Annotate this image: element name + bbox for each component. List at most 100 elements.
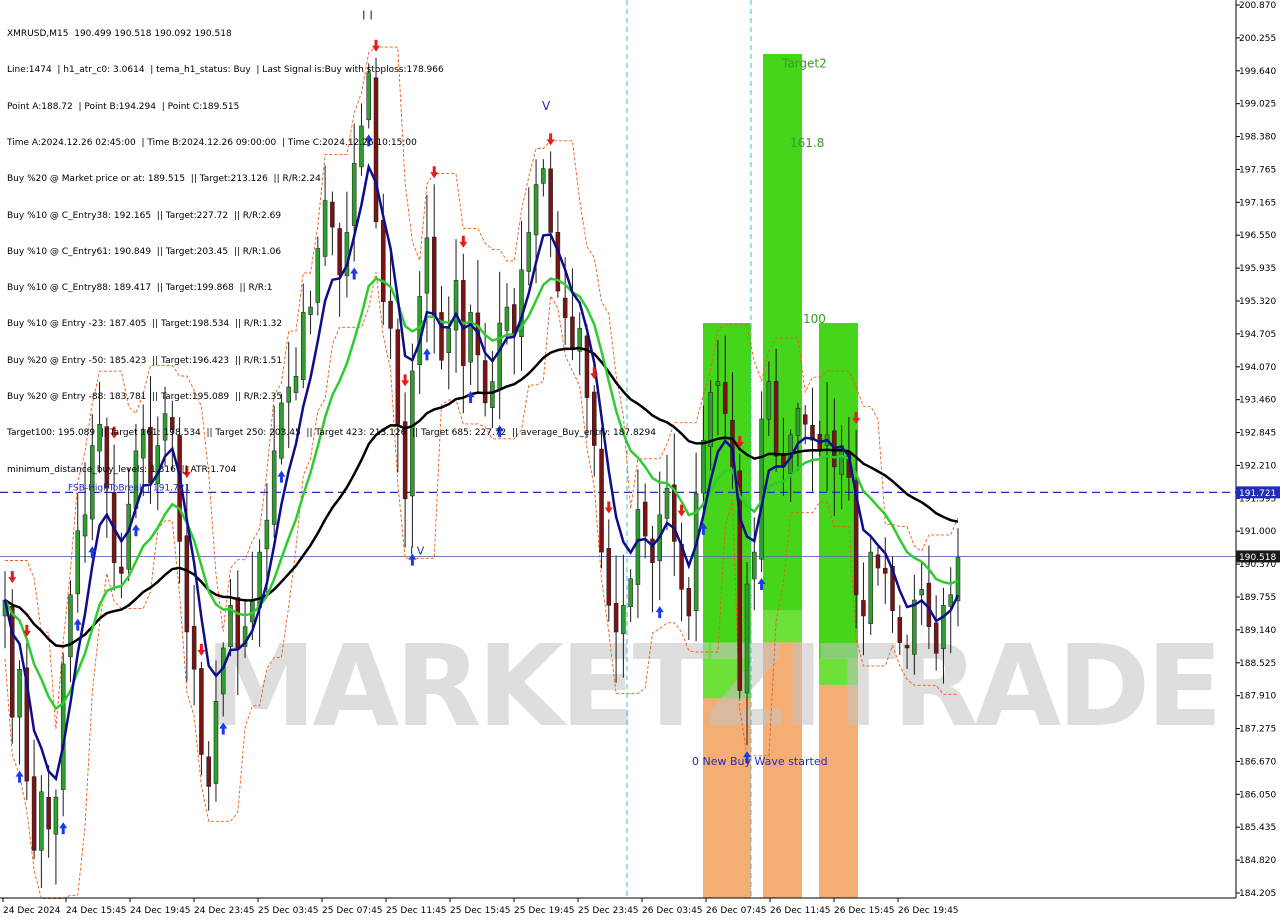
time-tick-label: 24 Dec 23:45 — [194, 906, 255, 916]
annotation-label: Target2 — [781, 56, 827, 70]
candle-body-down — [686, 588, 692, 617]
candle — [868, 534, 873, 635]
candle-body-up — [126, 503, 131, 570]
candle — [955, 528, 961, 627]
candle-body-up — [228, 605, 233, 647]
time-tick-label: 26 Dec 11:45 — [770, 906, 831, 916]
candle-body-down — [606, 548, 612, 606]
buy-arrow-icon — [73, 618, 82, 631]
time-tick-label: 26 Dec 15:45 — [834, 906, 895, 916]
candle-body-down — [897, 617, 903, 643]
candle — [68, 580, 73, 683]
buy-arrow-icon — [131, 524, 140, 537]
candle — [875, 546, 881, 586]
time-tick-label: 25 Dec 23:45 — [578, 906, 639, 916]
candle-body-up — [664, 487, 670, 519]
price-tick-label: 191.000 — [1239, 527, 1276, 537]
candle — [39, 775, 44, 888]
candle-body-down — [199, 668, 204, 755]
buy-arrow-icon — [15, 770, 24, 783]
candle — [679, 522, 684, 622]
candle — [672, 433, 677, 576]
candle-body-up — [744, 583, 750, 694]
time-tick-label: 25 Dec 11:45 — [386, 906, 447, 916]
time-tick-label: 25 Dec 03:45 — [258, 906, 319, 916]
current-price-tag-label: 190.518 — [1239, 553, 1276, 563]
candle-body-up — [53, 796, 59, 835]
info-line: Buy %10 @ Entry -23: 187.405 || Target:1… — [7, 319, 283, 330]
candle — [53, 789, 59, 885]
annotation-label: I V — [410, 545, 425, 558]
annotation-label: 0 New Buy Wave started — [692, 755, 828, 768]
candle-body-up — [701, 439, 706, 494]
candle-body-up — [68, 594, 73, 657]
time-tick-label: 25 Dec 15:45 — [450, 906, 511, 916]
candle — [628, 569, 633, 623]
candle-body-down — [46, 797, 51, 830]
price-tick-label: 197.165 — [1239, 198, 1276, 208]
candle-body-up — [621, 605, 626, 635]
candle-body-up — [708, 392, 713, 448]
candle-body-down — [883, 567, 888, 574]
price-tick-label: 200.870 — [1239, 1, 1276, 11]
price-tick-label: 187.910 — [1239, 692, 1276, 702]
price-tick-label: 195.320 — [1239, 297, 1276, 307]
candle-body-down — [875, 554, 881, 569]
candle-body-down — [642, 501, 648, 537]
price-tick-label: 200.255 — [1239, 34, 1276, 44]
candle-body-down — [235, 597, 241, 649]
candle-body-up — [766, 381, 772, 420]
indicator-info-panel: XMRUSD,M15 190.499 190.518 190.092 190.5… — [7, 4, 656, 488]
sell-arrow-icon — [604, 501, 613, 514]
price-tick-label: 194.705 — [1239, 330, 1276, 340]
candle — [606, 519, 612, 622]
candle-body-down — [119, 566, 124, 574]
candle — [75, 493, 80, 613]
candle — [919, 561, 924, 626]
candle — [46, 765, 51, 858]
info-line: Buy %10 @ C_Entry88: 189.417 || Target:1… — [7, 283, 273, 294]
info-line: Buy %20 @ Entry -50: 185.423 || Target:1… — [7, 355, 283, 366]
candle-body-up — [635, 509, 641, 585]
candle-body-down — [773, 381, 779, 457]
price-tick-label: 198.380 — [1239, 133, 1276, 143]
candle-body-up — [919, 589, 924, 596]
candle-body-down — [613, 603, 619, 633]
info-line: Buy %10 @ C_Entry61: 190.849 || Target:2… — [7, 246, 282, 257]
sell-arrow-icon — [8, 571, 17, 584]
price-axis: 200.870 200.255 199.640 199.025 198.380 197.7… — [1235, 0, 1280, 899]
candle-body-up — [752, 551, 757, 580]
candle-body-down — [904, 645, 910, 649]
candle — [883, 537, 888, 605]
candle-body-down — [184, 535, 190, 633]
time-tick-label: 24 Dec 19:45 — [130, 906, 191, 916]
info-line: minimum_distance_buy_levels: 1.316 || AT… — [7, 464, 237, 475]
time-tick-label: 24 Dec 2024 — [3, 906, 61, 916]
watermark: MARKETZITRADE — [205, 622, 1223, 752]
price-tick-label: 189.755 — [1239, 593, 1276, 603]
candle-body-up — [17, 669, 22, 718]
candle-body-down — [722, 382, 728, 414]
candle — [17, 660, 22, 765]
price-tick-label: 193.460 — [1239, 396, 1276, 406]
info-line: Line:1474 | h1_atr_c0: 3.0614 | tema_h1_… — [7, 65, 444, 76]
candle-body-down — [191, 625, 197, 670]
candle-body-up — [75, 530, 80, 595]
time-tick-label: 26 Dec 19:45 — [898, 906, 959, 916]
candle-body-down — [206, 756, 211, 787]
candle-body-up — [941, 605, 946, 650]
candle — [228, 578, 233, 657]
candle-body-up — [213, 700, 219, 784]
candle-body-down — [861, 600, 866, 617]
price-tick-label: 192.210 — [1239, 461, 1276, 471]
info-line: Buy %20 @ Entry -88: 183.781 || Target:1… — [7, 392, 283, 402]
price-tick-label: 184.820 — [1239, 856, 1276, 866]
time-tick-label: 25 Dec 07:45 — [322, 906, 383, 916]
price-tick-label: 186.050 — [1239, 790, 1276, 800]
candle-body-down — [933, 622, 939, 654]
price-tick-label: 199.640 — [1239, 67, 1276, 77]
fsb-price-tag-label: 191.721 — [1239, 489, 1276, 499]
price-tick-label: 196.550 — [1239, 231, 1276, 241]
price-tick-label: 189.140 — [1239, 626, 1276, 636]
price-tick-label: 185.435 — [1239, 823, 1276, 833]
